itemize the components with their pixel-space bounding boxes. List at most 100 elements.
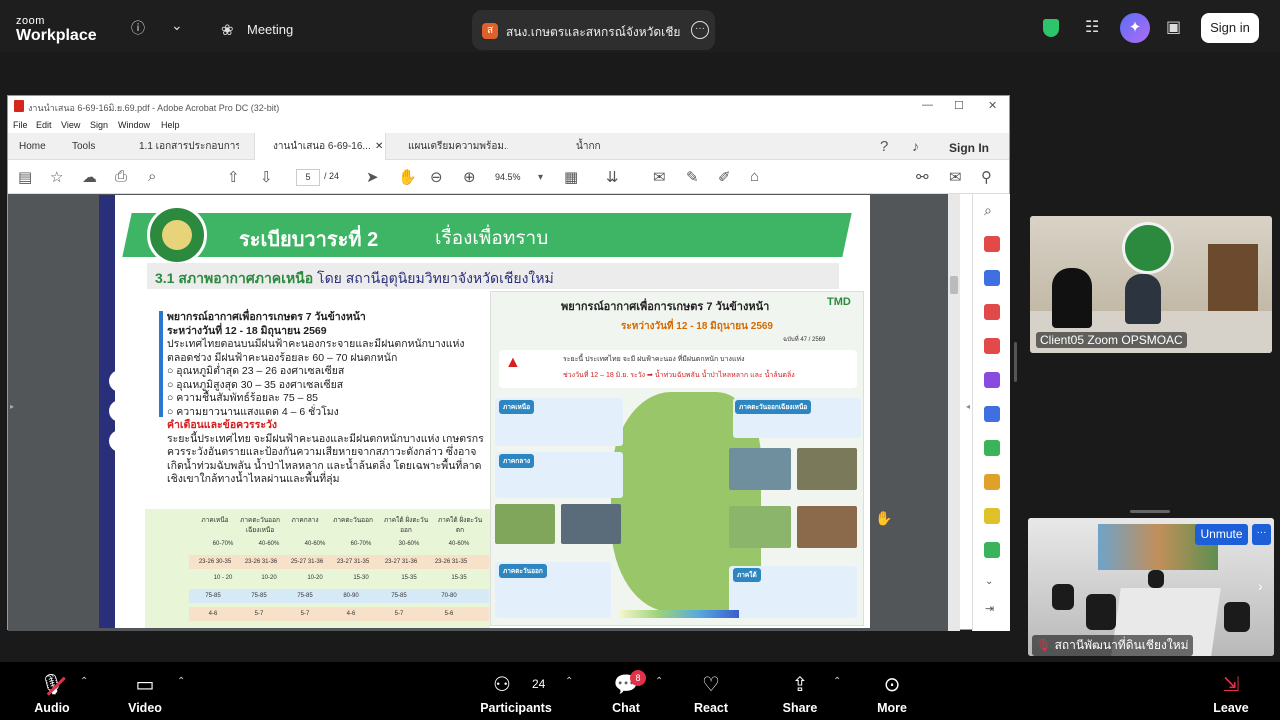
scroll-mode-icon[interactable]: ⇊ — [606, 168, 619, 186]
combine-icon[interactable] — [984, 270, 1000, 286]
chat-caret-icon[interactable]: ⌃ — [655, 676, 663, 687]
scroll-thumb[interactable] — [950, 276, 958, 294]
table-cell: 10-20 — [307, 575, 323, 581]
menu-edit[interactable]: Edit — [36, 120, 52, 130]
edit-pdf-icon[interactable] — [984, 406, 1000, 422]
export-icon[interactable] — [984, 338, 1000, 354]
right-panel-toggle-icon[interactable]: ◂ — [966, 402, 970, 411]
security-shield-icon[interactable] — [1043, 19, 1059, 37]
select-cursor-icon[interactable]: ➤ — [366, 168, 379, 186]
tab-home[interactable]: Home — [19, 133, 69, 160]
gallery-drag-handle[interactable] — [1130, 510, 1170, 513]
vertical-scrollbar[interactable] — [948, 194, 960, 631]
chat-button[interactable]: 💬 Chat — [586, 662, 666, 720]
star-icon[interactable]: ☆ — [50, 168, 63, 186]
menu-help[interactable]: Help — [161, 120, 180, 130]
notes-icon[interactable]: ☷ — [1085, 17, 1099, 37]
left-panel-toggle-icon[interactable]: ▸ — [10, 402, 14, 411]
tab-document-1[interactable]: 1.1 เอกสารประกอบการ... — [139, 133, 239, 160]
collapse-panel-icon[interactable]: ⇥ — [985, 602, 994, 615]
tab-document-3[interactable]: แผนเตรียมความพร้อม... — [408, 133, 508, 160]
layout-icon[interactable]: ▣ — [1166, 17, 1181, 37]
audio-button[interactable]: 🎙 Audio — [12, 662, 92, 720]
organize-icon[interactable] — [984, 304, 1000, 320]
tile-more-button[interactable]: ··· — [1252, 524, 1271, 545]
table-cell: 15-30 — [353, 575, 369, 581]
meeting-label[interactable]: Meeting — [247, 22, 293, 37]
more-button[interactable]: ⊙ More — [852, 662, 932, 720]
table-header: ภาคใต้ ฝั่งตะวันออก — [383, 517, 429, 534]
fill-sign-icon[interactable] — [984, 372, 1000, 388]
close-icon[interactable]: ✕ — [988, 99, 997, 112]
link-icon[interactable]: ⚯ — [916, 168, 929, 186]
page-number-input[interactable]: 5 — [296, 169, 320, 186]
highlight-icon[interactable]: ✎ — [686, 168, 699, 186]
hand-tool-icon[interactable]: ✋ — [398, 168, 417, 186]
draw-icon[interactable]: ✐ — [718, 168, 731, 186]
zoom-dropdown-icon[interactable]: ▾ — [538, 172, 543, 183]
react-button[interactable]: ♡ React — [671, 662, 751, 720]
paw-icon: ❀ — [221, 22, 234, 39]
participants-caret-icon[interactable]: ⌃ — [565, 676, 573, 687]
tab-tools[interactable]: Tools — [72, 133, 122, 160]
zoom-out-icon[interactable]: ⊖ — [430, 168, 443, 186]
comment-icon[interactable]: ✉ — [653, 168, 666, 186]
zoom-tool-icon[interactable]: ⌕ — [984, 202, 1000, 218]
sign-in-button[interactable]: Sign in — [1201, 13, 1259, 43]
upload-icon[interactable]: ☁ — [82, 168, 97, 186]
share-button[interactable]: ⇪ Share — [760, 662, 840, 720]
menu-sign[interactable]: Sign — [90, 120, 108, 130]
screen-share-pill[interactable]: ส สนง.เกษตรและสหกรณ์จังหวัดเชียงใหม่ ··· — [472, 10, 715, 50]
participant-name: Client05 Zoom OPSMOAC — [1036, 332, 1187, 348]
acrobat-sign-in[interactable]: Sign In — [949, 141, 989, 155]
page-up-icon[interactable]: ⇧ — [227, 168, 240, 186]
unmute-button[interactable]: Unmute — [1195, 524, 1248, 545]
forecast-item: ○ อุณหภูมิต่ำสุด 23 – 26 องศาเซลเซียส — [167, 365, 345, 377]
more-tools-chevron-icon[interactable]: ⌄ — [985, 576, 993, 587]
save-icon[interactable]: ▤ — [18, 168, 32, 186]
menu-view[interactable]: View — [61, 120, 80, 130]
tab-document-4[interactable]: น้ำกก — [576, 133, 626, 160]
participants-button[interactable]: ⚇ Participants — [476, 662, 556, 720]
scan-icon[interactable] — [984, 474, 1000, 490]
fit-page-icon[interactable]: ▦ — [564, 168, 578, 186]
region-northeast-label: ภาคตะวันออกเฉียงเหนือ — [735, 400, 812, 414]
ministry-seal — [147, 205, 207, 265]
forecast-item: ○ ความชื้นสัมพัทธ์ร้อยละ 75 – 85 — [167, 392, 319, 404]
share-caret-icon[interactable]: ⌃ — [833, 676, 841, 687]
stamp-icon[interactable]: ⌂ — [750, 168, 759, 185]
comment-tool-icon[interactable] — [984, 508, 1000, 524]
maximize-icon[interactable]: ☐ — [954, 99, 964, 112]
page-down-icon[interactable]: ⇩ — [260, 168, 273, 186]
minimize-icon[interactable]: — — [922, 99, 933, 111]
email-icon[interactable]: ✉ — [949, 168, 962, 186]
chair — [1224, 602, 1250, 632]
print-icon[interactable]: ⎙ — [115, 168, 127, 185]
menu-window[interactable]: Window — [118, 120, 150, 130]
compress-icon[interactable] — [984, 440, 1000, 456]
info-icon[interactable]: ⓘ — [131, 18, 145, 38]
panel-splitter[interactable] — [1014, 342, 1017, 382]
more-options-icon[interactable]: ··· — [691, 21, 709, 39]
menu-file[interactable]: File — [13, 120, 28, 130]
video-options-caret-icon[interactable]: ⌃ — [177, 676, 185, 687]
more-label: More — [877, 701, 907, 715]
chevron-down-icon[interactable]: ⌄ — [171, 17, 183, 34]
create-pdf-icon[interactable] — [984, 236, 1000, 252]
tab-close-icon[interactable]: ✕ — [375, 133, 383, 160]
share-user-icon[interactable]: ⚲ — [981, 168, 992, 186]
tab-document-active[interactable]: งานนำเสนอ 6-69-16... ✕ — [254, 133, 386, 160]
audio-options-caret-icon[interactable]: ⌃ — [80, 676, 88, 687]
help-icon[interactable]: ? — [880, 138, 888, 155]
print-production-icon[interactable] — [984, 542, 1000, 558]
next-page-chevron-icon[interactable]: › — [1258, 578, 1263, 594]
video-button[interactable]: ▭ Video — [105, 662, 185, 720]
share-label: Share — [782, 701, 818, 715]
video-tile-client05[interactable]: Client05 Zoom OPSMOAC — [1030, 216, 1272, 353]
zoom-in-icon[interactable]: ⊕ — [463, 168, 476, 186]
search-icon[interactable]: ⌕ — [148, 168, 156, 185]
warning-heading: คำเตือนและข้อควรระวัง — [167, 419, 277, 431]
ai-companion-icon[interactable]: ✦ — [1120, 13, 1150, 43]
bell-icon[interactable]: ♪ — [912, 138, 919, 154]
leave-button[interactable]: ⇲ Leave — [1191, 662, 1271, 720]
